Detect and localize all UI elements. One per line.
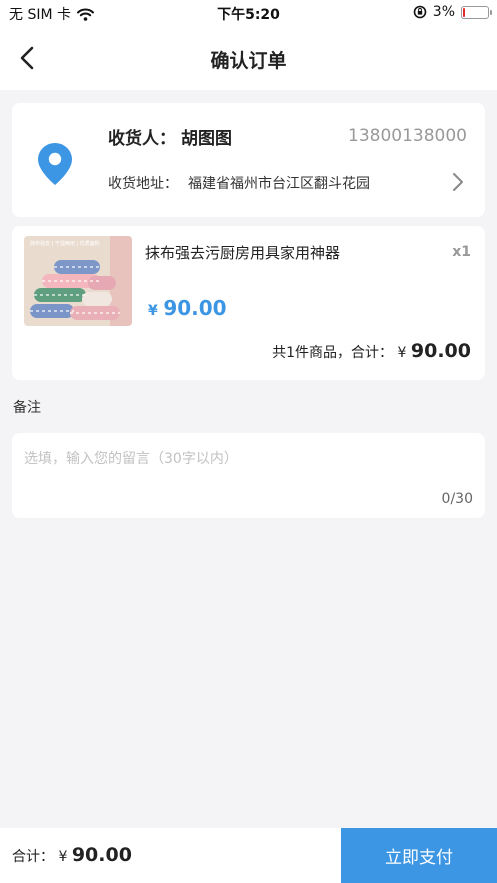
footer-total: 合计： ¥ 90.00 bbox=[12, 844, 132, 866]
product-image-caption: 抹布强去 | 干湿两用 | 优质面料 bbox=[30, 241, 100, 247]
footer-total-label: 合计： bbox=[12, 849, 54, 865]
address-label: 收货地址： bbox=[108, 176, 178, 192]
receiver-label: 收货人： bbox=[108, 129, 176, 149]
product-total-prefix: 共1件商品，合计： bbox=[272, 345, 394, 361]
remark-label: 备注 bbox=[13, 400, 41, 416]
chevron-right-icon[interactable] bbox=[451, 171, 465, 193]
price-value: 90.00 bbox=[163, 296, 227, 320]
bottom-bar: 合计： ¥ 90.00 立即支付 bbox=[0, 828, 497, 883]
product-quantity: x1 bbox=[452, 244, 471, 260]
footer-total-amount: 90.00 bbox=[71, 844, 132, 866]
price-currency: ¥ bbox=[148, 303, 158, 319]
battery-fill bbox=[463, 7, 465, 17]
pay-now-button[interactable]: 立即支付 bbox=[341, 828, 497, 883]
product-price: ¥ 90.00 bbox=[148, 296, 227, 320]
status-right: 3% bbox=[413, 4, 492, 20]
product-total-amount: 90.00 bbox=[410, 340, 471, 362]
address-card[interactable]: 收货人： 胡图图 13800138000 收货地址： 福建省福州市台江区翻斗花园 bbox=[12, 103, 485, 217]
status-bar: 无 SIM 卡 下午5:20 3% bbox=[0, 0, 497, 26]
towel-stack-illustration bbox=[24, 236, 132, 326]
address-value: 福建省福州市台江区翻斗花园 bbox=[188, 176, 370, 192]
remark-char-counter: 0/30 bbox=[441, 491, 473, 507]
remark-input[interactable] bbox=[24, 447, 464, 471]
footer-total-currency: ¥ bbox=[58, 849, 68, 865]
product-name: 抹布强去污厨房用具家用神器 bbox=[145, 244, 341, 262]
battery-icon bbox=[461, 5, 492, 19]
product-total-line: 共1件商品，合计： ¥ 90.00 bbox=[272, 340, 471, 362]
battery-percent: 3% bbox=[432, 4, 455, 20]
remark-card: 0/30 bbox=[12, 433, 485, 518]
product-card: 抹布强去 | 干湿两用 | 优质面料 抹布强去污厨房用具家用神器 x1 ¥ 90… bbox=[12, 226, 485, 380]
page-title: 确认订单 bbox=[210, 50, 287, 72]
nav-bar: 确认订单 bbox=[0, 26, 497, 90]
product-total-currency: ¥ bbox=[397, 345, 407, 361]
product-image[interactable]: 抹布强去 | 干湿两用 | 优质面料 bbox=[24, 236, 132, 326]
receiver-phone: 13800138000 bbox=[348, 126, 467, 146]
orientation-lock-icon bbox=[413, 5, 427, 19]
receiver-name: 胡图图 bbox=[181, 129, 232, 149]
location-pin-icon bbox=[38, 143, 72, 185]
